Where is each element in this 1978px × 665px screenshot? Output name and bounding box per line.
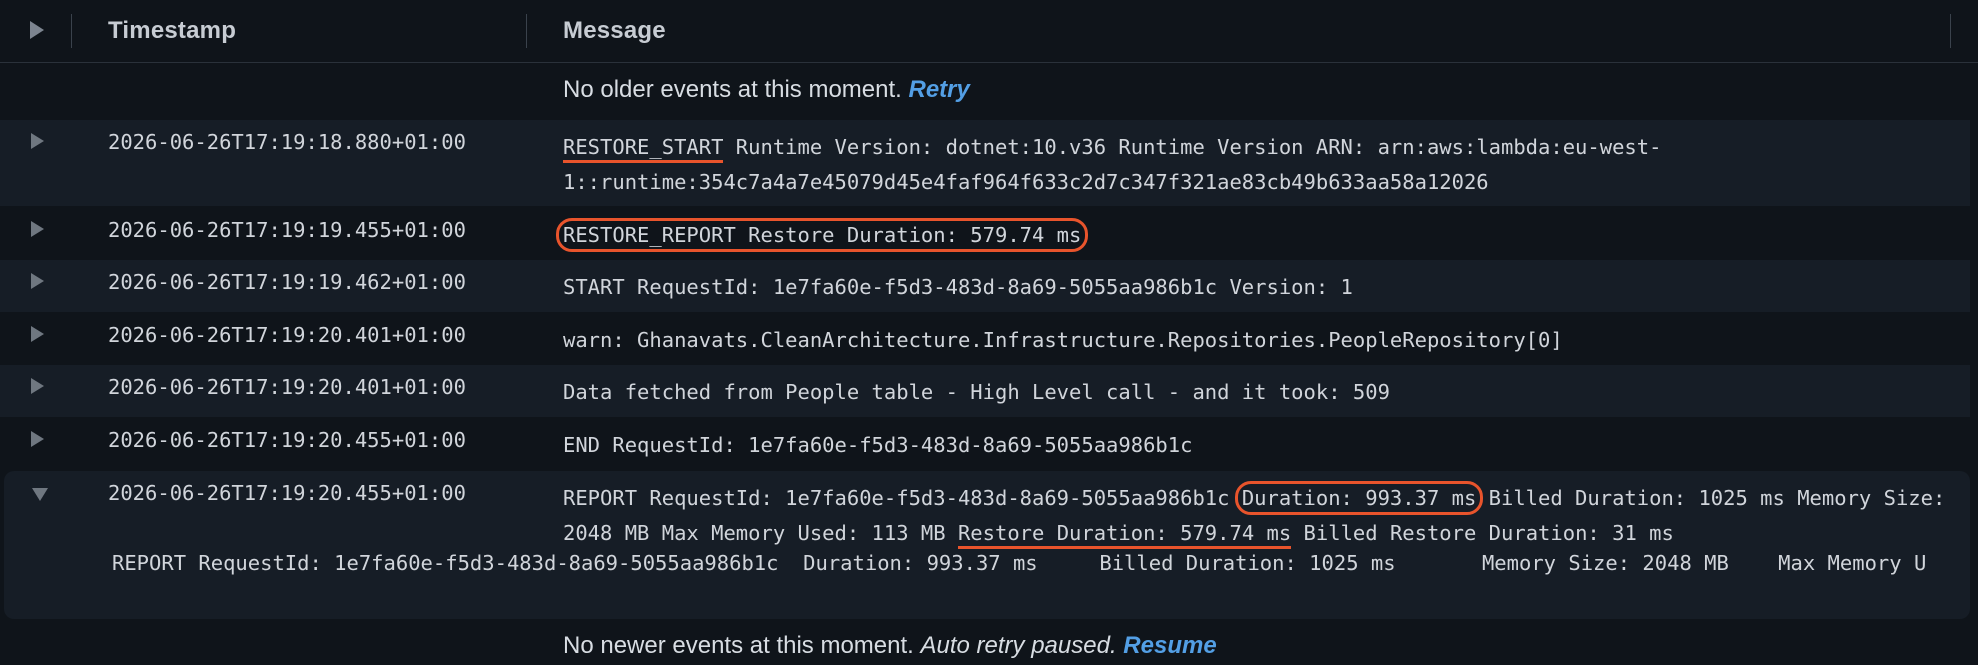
row-timestamp: 2026-06-26T17:19:20.401+01:00: [108, 323, 466, 347]
row-message: warn: Ghanavats.CleanArchitecture.Infras…: [563, 328, 1563, 352]
row-detail-line: REPORT RequestId: 1e7fa60e-f5d3-483d-8a6…: [112, 551, 1927, 575]
restore-start-highlight: RESTORE_START: [563, 135, 724, 163]
column-divider[interactable]: [1950, 14, 1951, 48]
row-message: END RequestId: 1e7fa60e-f5d3-483d-8a69-5…: [563, 433, 1193, 457]
log-row[interactable]: 2026-06-26T17:19:19.455+01:00 RESTORE_RE…: [0, 208, 1970, 260]
log-row[interactable]: 2026-06-26T17:19:20.401+01:00 Data fetch…: [0, 365, 1970, 417]
log-row[interactable]: 2026-06-26T17:19:20.455+01:00 END Reques…: [0, 418, 1970, 470]
row-message: Data fetched from People table - High Le…: [563, 380, 1390, 404]
older-events-text: No older events at this moment.: [563, 76, 902, 103]
older-events-notice: No older events at this moment. Retry: [563, 76, 970, 104]
duration-highlight: Duration: 993.37 ms: [1234, 481, 1484, 515]
expand-row-caret-icon[interactable]: [31, 326, 44, 342]
row-message: REPORT RequestId: 1e7fa60e-f5d3-483d-8a6…: [563, 481, 1953, 551]
expand-row-caret-icon[interactable]: [31, 273, 44, 289]
row-timestamp: 2026-06-26T17:19:20.455+01:00: [108, 428, 466, 452]
expand-all-caret-icon[interactable]: [30, 21, 44, 39]
row-message: RESTORE_START Runtime Version: dotnet:10…: [563, 130, 1953, 200]
report-request-id: REPORT RequestId: 1e7fa60e-f5d3-483d-8a6…: [563, 486, 1242, 510]
message-column-header[interactable]: Message: [563, 17, 666, 45]
restore-duration-highlight: Restore Duration: 579.74 ms: [957, 521, 1292, 549]
row-message: START RequestId: 1e7fa60e-f5d3-483d-8a69…: [563, 275, 1353, 299]
retry-link[interactable]: Retry: [909, 76, 970, 103]
expand-row-caret-icon[interactable]: [31, 431, 44, 447]
timestamp-column-header[interactable]: Timestamp: [108, 17, 236, 45]
billed-restore-duration: Billed Restore Duration: 31 ms: [1291, 521, 1674, 545]
log-table-header: Timestamp Message: [0, 0, 1978, 63]
row-timestamp: 2026-06-26T17:19:20.401+01:00: [108, 375, 466, 399]
row-message-rest: Runtime Version: dotnet:10.v36 Runtime V…: [563, 135, 1662, 194]
resume-link[interactable]: Resume: [1123, 632, 1216, 659]
row-timestamp: 2026-06-26T17:19:20.455+01:00: [108, 481, 466, 505]
collapse-row-caret-icon[interactable]: [32, 488, 48, 501]
expand-row-caret-icon[interactable]: [31, 133, 44, 149]
log-row-expanded[interactable]: 2026-06-26T17:19:20.455+01:00 REPORT Req…: [4, 471, 1970, 619]
expand-row-caret-icon[interactable]: [31, 221, 44, 237]
restore-report-highlight: RESTORE_REPORT Restore Duration: 579.74 …: [556, 218, 1089, 252]
row-message: RESTORE_REPORT Restore Duration: 579.74 …: [556, 218, 1953, 253]
log-row[interactable]: 2026-06-26T17:19:19.462+01:00 START Requ…: [0, 260, 1970, 312]
column-divider[interactable]: [526, 14, 527, 48]
auto-retry-status: Auto retry paused.: [920, 632, 1117, 659]
row-timestamp: 2026-06-26T17:19:18.880+01:00: [108, 130, 466, 154]
newer-events-notice: No newer events at this moment. Auto ret…: [563, 632, 1217, 660]
expand-row-caret-icon[interactable]: [31, 378, 44, 394]
column-divider[interactable]: [71, 14, 72, 48]
newer-events-text: No newer events at this moment.: [563, 632, 914, 659]
log-row[interactable]: 2026-06-26T17:19:18.880+01:00 RESTORE_ST…: [0, 120, 1970, 206]
row-timestamp: 2026-06-26T17:19:19.462+01:00: [108, 270, 466, 294]
log-row[interactable]: 2026-06-26T17:19:20.401+01:00 warn: Ghan…: [0, 313, 1970, 365]
row-timestamp: 2026-06-26T17:19:19.455+01:00: [108, 218, 466, 242]
